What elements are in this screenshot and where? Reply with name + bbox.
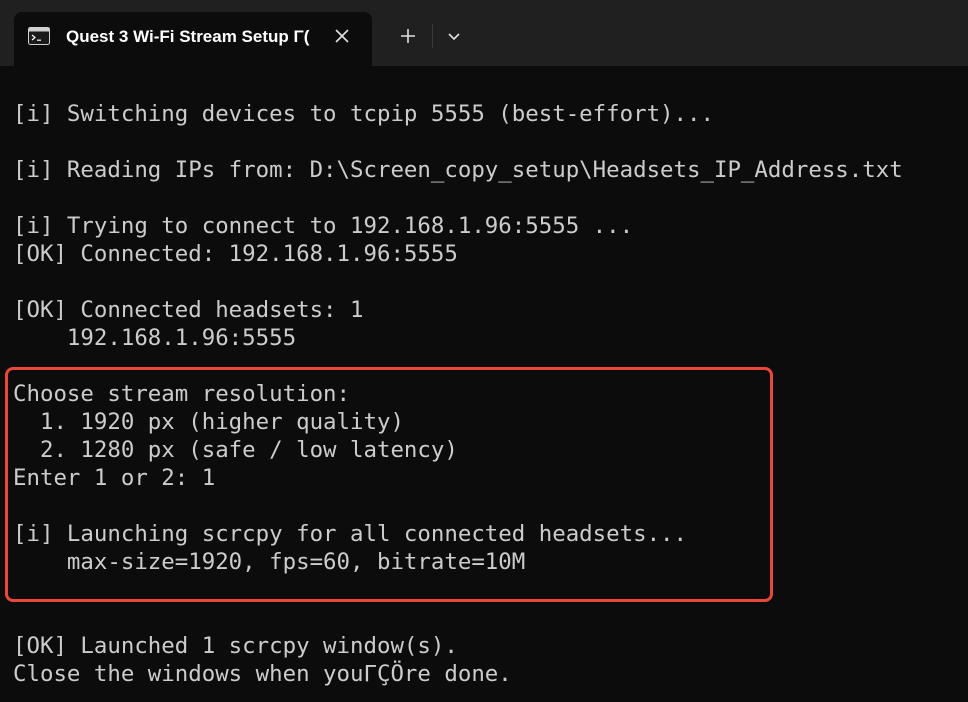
output-line: 192.168.1.96:5555 <box>13 325 297 351</box>
titlebar-divider <box>432 24 433 48</box>
output-line: [OK] Connected: 192.168.1.96:5555 <box>13 241 458 267</box>
new-tab-button[interactable] <box>392 20 424 52</box>
output-line: [OK] Launched 1 scrcpy window(s). <box>13 633 458 659</box>
title-bar: Quest 3 Wi-Fi Stream Setup Γ( <box>0 0 968 66</box>
highlight-annotation-box <box>5 367 773 602</box>
output-line: [i] Reading IPs from: D:\Screen_copy_set… <box>13 157 903 183</box>
close-icon[interactable] <box>332 26 352 46</box>
output-line: [i] Trying to connect to 192.168.1.96:55… <box>13 213 634 239</box>
output-line: Close the windows when youΓÇÖre done. <box>13 661 512 687</box>
tab-quest-setup[interactable]: Quest 3 Wi-Fi Stream Setup Γ( <box>14 12 372 66</box>
terminal-output[interactable]: [i] Switching devices to tcpip 5555 (bes… <box>0 66 968 702</box>
output-line: [i] Switching devices to tcpip 5555 (bes… <box>13 101 714 127</box>
output-line: [OK] Connected headsets: 1 <box>13 297 364 323</box>
terminal-icon <box>28 27 50 45</box>
terminal-window: Quest 3 Wi-Fi Stream Setup Γ( [i] Switch… <box>0 0 968 702</box>
tab-title: Quest 3 Wi-Fi Stream Setup Γ( <box>66 27 310 46</box>
tab-dropdown-button[interactable] <box>438 20 470 52</box>
plus-icon <box>401 29 415 43</box>
chevron-down-icon <box>448 33 460 41</box>
